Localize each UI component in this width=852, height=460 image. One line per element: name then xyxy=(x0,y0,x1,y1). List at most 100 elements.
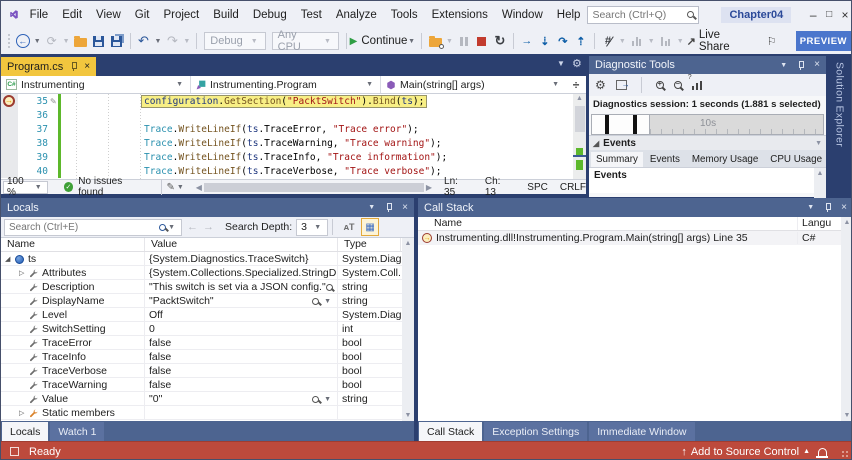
column-header-name[interactable]: Name xyxy=(1,238,145,251)
find-dropdown-icon[interactable]: ▼ xyxy=(446,38,453,45)
menu-test[interactable]: Test xyxy=(294,6,329,24)
pin-icon[interactable] xyxy=(796,60,805,70)
events-swimlane-header[interactable]: ◢ Events ▼ xyxy=(589,135,826,150)
chevron-down-icon[interactable]: ▼ xyxy=(324,396,331,403)
locals-row[interactable]: DisplayName "PacktSwitch" ▼ string xyxy=(1,294,414,308)
settings-gear-icon[interactable]: ⚙ xyxy=(595,78,606,92)
issues-status[interactable]: No issues found xyxy=(78,176,147,198)
column-header-name[interactable]: Name xyxy=(418,217,797,230)
column-indicator[interactable]: Ch: 13 xyxy=(485,176,513,198)
show-next-statement-button[interactable]: → xyxy=(519,31,535,51)
preview-button[interactable]: PREVIEW xyxy=(795,31,851,51)
zoom-in-icon[interactable]: + xyxy=(655,81,664,89)
magnifier-icon[interactable] xyxy=(325,283,333,291)
twisty-collapsed-icon[interactable]: ▷ xyxy=(19,269,29,277)
menu-file[interactable]: File xyxy=(23,6,56,24)
diag-tab-summary[interactable]: Summary xyxy=(591,152,643,167)
locals-row[interactable]: SwitchSetting 0 int xyxy=(1,322,414,336)
show-threads-button[interactable] xyxy=(629,31,645,51)
tool-tab-locals[interactable]: Locals xyxy=(2,422,49,441)
diag-tab-cpu-usage[interactable]: CPU Usage xyxy=(765,152,827,167)
code-line[interactable]: 36 xyxy=(1,108,586,122)
chevron-down-icon[interactable]: ▼ xyxy=(815,140,822,147)
notifications-bell-icon[interactable] xyxy=(816,447,828,458)
find-in-files-button[interactable] xyxy=(427,31,444,51)
pin-icon[interactable] xyxy=(823,203,832,212)
cleanup-dropdown-icon[interactable]: ▼ xyxy=(177,184,184,191)
diagnostics-timeline[interactable]: 10s xyxy=(591,114,824,135)
forward-dropdown-icon[interactable]: ▼ xyxy=(63,38,70,45)
locals-row[interactable]: TraceInfo false bool xyxy=(1,350,414,364)
locals-search-box[interactable]: ▼ xyxy=(4,218,182,236)
scroll-up-icon[interactable]: ▲ xyxy=(405,240,412,247)
save-button[interactable] xyxy=(91,31,107,51)
scroll-up-icon[interactable]: ▲ xyxy=(817,170,824,177)
member-dropdown[interactable]: Main(string[] args) ▼ xyxy=(381,76,566,93)
value-visualizer[interactable]: ▼ xyxy=(325,283,337,291)
menu-build[interactable]: Build xyxy=(206,6,246,24)
solution-name-badge[interactable]: Chapter04 xyxy=(721,6,792,23)
undo-dropdown-icon[interactable]: ▼ xyxy=(154,38,161,45)
magnifier-icon[interactable] xyxy=(312,395,320,403)
window-options-gear-icon[interactable]: ⚙ xyxy=(572,57,582,70)
hscroll-right-icon[interactable]: ▶ xyxy=(426,183,432,192)
tool-tab-exception-settings[interactable]: Exception Settings xyxy=(484,422,588,441)
menu-tools[interactable]: Tools xyxy=(384,6,425,24)
diag-tab-memory-usage[interactable]: Memory Usage xyxy=(687,152,763,167)
search-depth-select[interactable]: 3 ▼ xyxy=(296,218,329,236)
column-header-value[interactable]: Value xyxy=(145,238,338,251)
diagnostic-tools-title-bar[interactable]: Diagnostic Tools ▼ × xyxy=(589,56,826,74)
line-indicator[interactable]: Ln: 35 xyxy=(444,176,471,198)
stop-debugging-button[interactable] xyxy=(474,31,490,51)
redo-button[interactable]: ↷ xyxy=(164,31,180,51)
breakpoint-margin[interactable] xyxy=(1,122,18,136)
solution-configuration-select[interactable]: Debug ▼ xyxy=(204,32,266,50)
code-line[interactable]: 38 Trace.WriteLineIf(ts.TraceWarning, "Tr… xyxy=(1,136,586,150)
close-icon[interactable]: × xyxy=(841,202,847,213)
step-over-button[interactable]: ↷ xyxy=(555,31,571,51)
menu-project[interactable]: Project xyxy=(156,6,206,24)
locals-title-bar[interactable]: Locals ▼ × xyxy=(1,198,414,217)
tool-tab-watch-1[interactable]: Watch 1 xyxy=(50,422,105,441)
breakpoint-margin[interactable]: → xyxy=(1,94,18,108)
horizontal-scrollbar-thumb[interactable] xyxy=(203,182,424,192)
close-button[interactable]: × xyxy=(837,4,851,25)
window-position-icon[interactable]: ▼ xyxy=(368,204,375,211)
timeline-selection[interactable] xyxy=(592,115,650,134)
menu-view[interactable]: View xyxy=(89,6,128,24)
undo-button[interactable]: ↶ xyxy=(135,31,151,51)
flatten-toggle-button[interactable]: ᴀT xyxy=(340,218,358,236)
send-feedback-button[interactable]: ⚐ xyxy=(764,31,780,51)
locals-row[interactable]: TraceError false bool xyxy=(1,336,414,350)
locals-row[interactable]: Value "0" ▼ string xyxy=(1,392,414,406)
locals-row[interactable]: Description "This switch is set via a JSO… xyxy=(1,280,414,294)
live-share-button[interactable]: ↗ Live Share xyxy=(687,29,749,53)
project-dropdown[interactable]: C# Instrumenting ▼ xyxy=(1,76,191,93)
locals-row[interactable]: TraceWarning false bool xyxy=(1,378,414,392)
tool-tab-call-stack[interactable]: Call Stack xyxy=(419,422,483,441)
menu-edit[interactable]: Edit xyxy=(55,6,89,24)
code-editor[interactable]: → 35 ✎ configuration.GetSection("PacktSwitc… xyxy=(1,94,586,179)
diag-tab-events[interactable]: Events xyxy=(645,152,685,167)
menu-debug[interactable]: Debug xyxy=(246,6,294,24)
magnifier-icon[interactable] xyxy=(312,297,320,305)
quick-search-box[interactable] xyxy=(587,5,700,24)
twisty-expanded-icon[interactable]: ◢ xyxy=(5,255,15,263)
active-files-dropdown-icon[interactable]: ▼ xyxy=(557,59,565,68)
resize-grip[interactable] xyxy=(841,450,850,459)
code-line[interactable]: 37 Trace.WriteLineIf(ts.TraceError, "Trac… xyxy=(1,122,586,136)
code-line[interactable]: → 35 ✎ configuration.GetSection("PacktSwitc… xyxy=(1,94,586,108)
solution-explorer-collapsed-tab[interactable]: Solution Explorer xyxy=(826,56,851,197)
open-file-button[interactable] xyxy=(73,31,89,51)
navigate-back-button[interactable]: ← xyxy=(15,31,31,51)
scroll-down-icon[interactable]: ▼ xyxy=(405,412,412,419)
window-position-icon[interactable]: ▼ xyxy=(807,204,814,211)
code-cleanup-icon[interactable]: ✎ xyxy=(166,182,174,193)
menu-git[interactable]: Git xyxy=(128,6,157,24)
scroll-up-icon[interactable]: ▲ xyxy=(574,95,585,103)
redo-dropdown-icon[interactable]: ▼ xyxy=(183,38,190,45)
search-prev-icon[interactable]: ← xyxy=(187,221,198,233)
scrollbar-thumb[interactable] xyxy=(574,106,585,132)
locals-row[interactable]: Level Off System.Diag... xyxy=(1,308,414,322)
editor-vertical-scrollbar[interactable]: ▲ xyxy=(573,94,586,179)
